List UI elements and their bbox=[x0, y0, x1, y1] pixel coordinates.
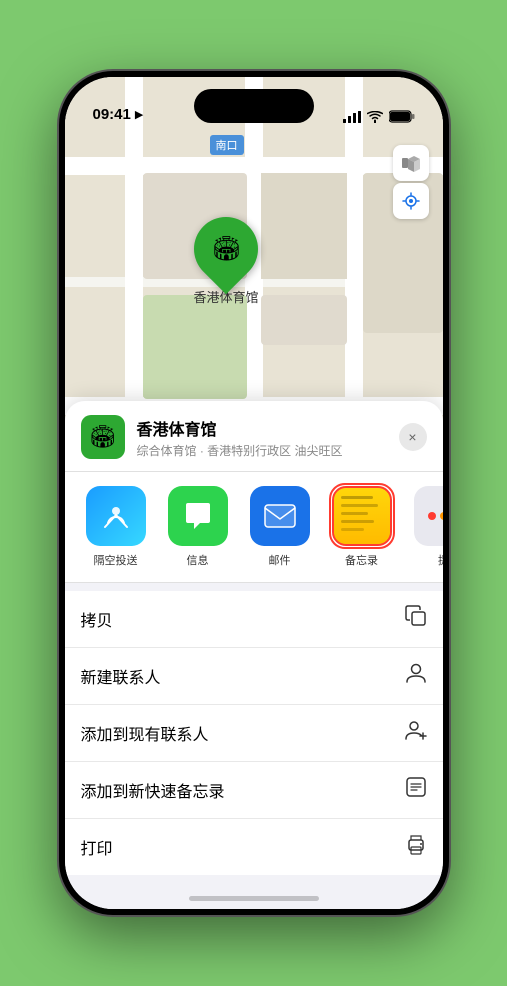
mail-label: 邮件 bbox=[269, 552, 291, 568]
venue-icon: 🏟 bbox=[81, 415, 125, 459]
venue-subtitle: 综合体育馆 · 香港特别行政区 油尖旺区 bbox=[137, 442, 387, 459]
close-button[interactable]: × bbox=[399, 423, 427, 451]
notes-label: 备忘录 bbox=[345, 552, 378, 568]
dynamic-island bbox=[194, 89, 314, 123]
map-controls bbox=[393, 145, 429, 219]
action-add-contact[interactable]: 添加到现有联系人 bbox=[65, 705, 443, 762]
action-quick-note[interactable]: 添加到新快速备忘录 bbox=[65, 762, 443, 819]
action-new-contact[interactable]: 新建联系人 bbox=[65, 648, 443, 705]
status-time: 09:41 bbox=[93, 106, 131, 123]
share-item-mail[interactable]: 邮件 bbox=[245, 486, 315, 568]
copy-icon bbox=[405, 605, 427, 633]
map-label: 南口 bbox=[210, 135, 244, 155]
note-icon bbox=[405, 776, 427, 804]
messages-icon bbox=[168, 486, 228, 546]
mail-icon bbox=[250, 486, 310, 546]
phone-frame: 09:41 ▶ bbox=[59, 71, 449, 915]
home-indicator bbox=[189, 896, 319, 901]
notes-icon bbox=[332, 486, 392, 546]
pin-inner: 🏟 bbox=[211, 235, 241, 264]
more-label: 提 bbox=[438, 552, 443, 568]
signal-icon bbox=[343, 111, 361, 123]
location-pin: 🏟 香港体育馆 bbox=[194, 217, 259, 306]
venue-info: 香港体育馆 综合体育馆 · 香港特别行政区 油尖旺区 bbox=[137, 416, 387, 459]
sheet-header: 🏟 香港体育馆 综合体育馆 · 香港特别行政区 油尖旺区 × bbox=[65, 401, 443, 472]
person-icon bbox=[405, 662, 427, 690]
share-item-more[interactable]: 提 bbox=[409, 486, 443, 568]
person-add-icon bbox=[405, 719, 427, 747]
location-button[interactable] bbox=[393, 183, 429, 219]
share-row: 隔空投送 信息 bbox=[65, 472, 443, 583]
more-dots bbox=[428, 512, 443, 520]
share-item-notes[interactable]: 备忘录 bbox=[327, 486, 397, 568]
status-icons bbox=[343, 110, 415, 123]
dot-red bbox=[428, 512, 436, 520]
wifi-icon bbox=[367, 111, 383, 123]
print-icon bbox=[405, 833, 427, 861]
battery-icon bbox=[389, 110, 415, 123]
share-item-airdrop[interactable]: 隔空投送 bbox=[81, 486, 151, 568]
share-item-messages[interactable]: 信息 bbox=[163, 486, 233, 568]
more-icon bbox=[414, 486, 443, 546]
bottom-sheet: 🏟 香港体育馆 综合体育馆 · 香港特别行政区 油尖旺区 × bbox=[65, 401, 443, 909]
action-print[interactable]: 打印 bbox=[65, 819, 443, 875]
venue-name: 香港体育馆 bbox=[137, 416, 387, 440]
action-copy[interactable]: 拷贝 bbox=[65, 591, 443, 648]
pin-circle: 🏟 bbox=[181, 204, 272, 295]
phone-screen: 09:41 ▶ bbox=[65, 77, 443, 909]
airdrop-label: 隔空投送 bbox=[94, 552, 138, 568]
airdrop-icon bbox=[86, 486, 146, 546]
dot-orange bbox=[440, 512, 443, 520]
action-list: 拷贝 新建联系人 bbox=[65, 591, 443, 875]
messages-label: 信息 bbox=[187, 552, 209, 568]
location-icon: ▶ bbox=[135, 108, 143, 121]
map-type-button[interactable] bbox=[393, 145, 429, 181]
